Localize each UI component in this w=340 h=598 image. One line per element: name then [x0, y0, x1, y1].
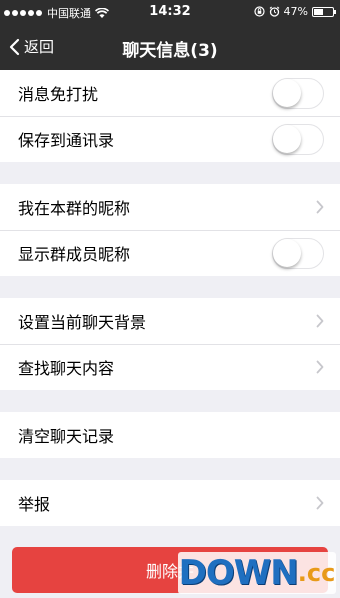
settings-group: 设置当前聊天背景 查找聊天内容: [0, 298, 340, 390]
page-title: 聊天信息(3): [122, 41, 218, 61]
status-bar: 中国联通 14:32 47%: [0, 0, 340, 24]
settings-list: 消息免打扰 保存到通讯录 我在本群的昵称 显示群成员昵称 设置当前聊天背景 查找聊天内容清…: [0, 70, 340, 526]
watermark-logo: DOWN .cc: [178, 552, 336, 594]
settings-row-label: 清空聊天记录: [18, 427, 115, 446]
settings-group: 清空聊天记录: [0, 412, 340, 458]
watermark-main: DOWN: [178, 553, 299, 593]
settings-row-label: 显示群成员昵称: [18, 245, 131, 264]
group-separator: [0, 390, 340, 412]
settings-row-label: 我在本群的昵称: [18, 199, 131, 218]
settings-row-label: 保存到通讯录: [18, 131, 115, 150]
settings-row[interactable]: 清空聊天记录: [0, 412, 340, 458]
settings-row-label: 消息免打扰: [18, 85, 99, 104]
nav-bar: 返回 聊天信息(3): [0, 24, 340, 70]
settings-row: 显示群成员昵称: [0, 230, 340, 276]
toggle-knob: [273, 125, 301, 153]
settings-row[interactable]: 举报: [0, 480, 340, 526]
chevron-right-icon: [316, 314, 324, 328]
settings-row-label: 设置当前聊天背景: [18, 313, 147, 332]
group-separator: [0, 162, 340, 184]
settings-group: 消息免打扰保存到通讯录: [0, 70, 340, 162]
settings-group: 举报: [0, 480, 340, 526]
alarm-icon: [269, 6, 279, 17]
toggle-switch[interactable]: [272, 238, 324, 269]
battery-icon: [312, 6, 336, 17]
toggle-knob: [273, 239, 301, 267]
settings-row-label: 举报: [18, 495, 51, 514]
toggle-switch[interactable]: [272, 78, 324, 109]
settings-row: 保存到通讯录: [0, 116, 340, 162]
status-right: 47%: [253, 5, 336, 18]
toggle-switch[interactable]: [272, 124, 324, 155]
battery-level: [314, 8, 324, 15]
watermark-suffix: .cc: [297, 559, 336, 587]
group-separator: [0, 276, 340, 298]
settings-row[interactable]: 设置当前聊天背景: [0, 298, 340, 344]
chevron-right-icon: [316, 200, 324, 214]
rotation-lock-icon: [253, 6, 265, 17]
settings-row-label: 查找聊天内容: [18, 359, 115, 378]
battery-percent: 47%: [283, 5, 308, 18]
toggle-knob: [273, 79, 301, 107]
settings-row: 消息免打扰: [0, 70, 340, 116]
group-separator: [0, 458, 340, 480]
chevron-right-icon: [316, 496, 324, 510]
settings-row[interactable]: 查找聊天内容: [0, 344, 340, 390]
settings-group: 我在本群的昵称 显示群成员昵称: [0, 184, 340, 276]
settings-row[interactable]: 我在本群的昵称: [0, 184, 340, 230]
chevron-right-icon: [316, 360, 324, 374]
